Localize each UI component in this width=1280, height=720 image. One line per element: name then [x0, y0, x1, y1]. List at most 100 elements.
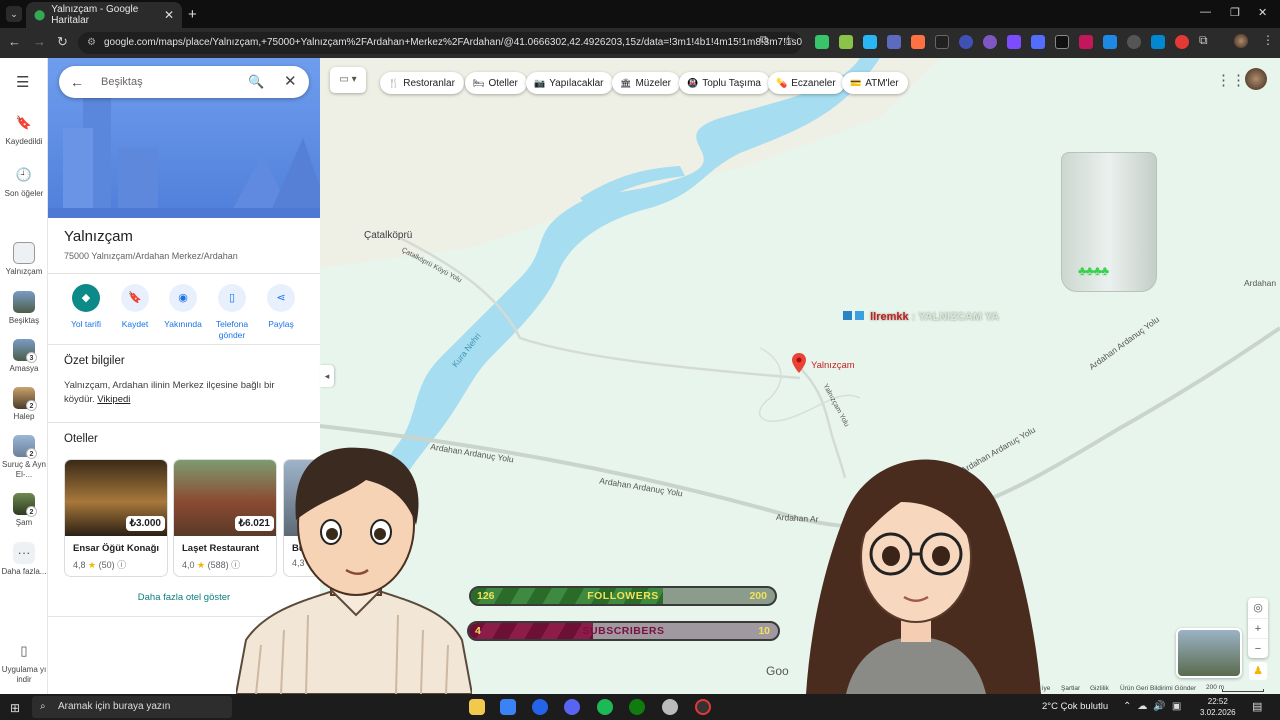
chip-things-to-do[interactable]: 📷 Yapılacaklar	[526, 72, 613, 94]
footer-feedback[interactable]: Ürün Geri Bildirimi Gönder	[1120, 685, 1196, 692]
extension-icon[interactable]	[887, 35, 901, 49]
place-hero-image[interactable]: ← Beşiktaş 🔍 ✕	[48, 58, 320, 218]
search-icon: ⌕	[40, 701, 46, 712]
tab-title: Yalnızçam - Google Haritalar	[51, 4, 139, 26]
minimize-icon[interactable]: —	[1200, 6, 1211, 18]
store-icon[interactable]	[500, 699, 516, 715]
rail-saved[interactable]: 🔖 Kaydedildi	[0, 112, 48, 147]
extension-icon[interactable]	[815, 35, 829, 49]
extension-icon[interactable]	[1175, 35, 1189, 49]
search-box[interactable]: ← Beşiktaş 🔍 ✕	[59, 66, 309, 98]
browser-profile-avatar[interactable]	[1234, 34, 1248, 48]
clock[interactable]: 22:52 3.02.2026	[1200, 696, 1236, 718]
extension-icon[interactable]	[1007, 35, 1021, 49]
wikipedia-link[interactable]: Vikipedi	[97, 394, 130, 405]
chip-museums[interactable]: 🏛 Müzeler	[612, 72, 681, 94]
tab-search-icon[interactable]: ⌄	[6, 6, 22, 22]
hotel-card[interactable]: ₺3.000 Ensar Öğüt Konağı 4,8 ★ (50) ⓘ	[64, 459, 168, 577]
rail-item-suruc[interactable]: 2 Suruç & Ayn El-...	[0, 435, 48, 480]
town-label[interactable]: Çatalköprü	[364, 230, 412, 241]
forward-icon[interactable]: →	[33, 34, 46, 49]
file-explorer-icon[interactable]	[469, 699, 485, 715]
discord-icon[interactable]	[564, 699, 580, 715]
extension-icon[interactable]	[839, 35, 853, 49]
nearby-button[interactable]: ◉ Yakınında	[159, 284, 207, 330]
extension-icon[interactable]	[959, 35, 973, 49]
extensions-puzzle-icon[interactable]: ⧉	[1199, 33, 1208, 48]
chip-hotels[interactable]: 🛏 Oteller	[465, 72, 527, 94]
xbox-icon[interactable]	[629, 699, 645, 715]
search-input[interactable]: Beşiktaş	[101, 66, 143, 98]
hotel-photo: ₺3.000	[65, 460, 167, 536]
chip-restaurants[interactable]: 🍴 Restoranlar	[380, 72, 464, 94]
extension-icon[interactable]	[1031, 35, 1045, 49]
extension-icon[interactable]	[863, 35, 877, 49]
directions-button[interactable]: ◆ Yol tarifi	[62, 284, 110, 330]
new-tab-icon[interactable]: +	[188, 6, 197, 23]
taskbar-search[interactable]: ⌕ Aramak için buraya yazın	[32, 696, 232, 718]
street-view-thumbnail[interactable]	[1176, 628, 1242, 678]
reload-icon[interactable]: ↻	[57, 34, 68, 50]
obs-icon[interactable]	[695, 699, 711, 715]
extension-icon[interactable]	[1055, 35, 1069, 49]
chip-transit[interactable]: 🚇 Toplu Taşıma	[679, 72, 770, 94]
rail-more[interactable]: ··· Daha fazla...	[0, 542, 48, 577]
rail-get-app[interactable]: ▯ Uygulama yı indir	[0, 640, 48, 685]
pegman-icon[interactable]: ♟	[1249, 662, 1267, 680]
clear-search-icon[interactable]: ✕	[284, 66, 297, 98]
my-location-icon[interactable]: ◎	[1248, 598, 1268, 618]
tab-close-icon[interactable]: ✕	[164, 8, 174, 22]
extension-icon[interactable]	[983, 35, 997, 49]
save-button[interactable]: 🔖 Kaydet	[111, 284, 159, 330]
extension-icon[interactable]	[1103, 35, 1117, 49]
footer-terms[interactable]: Şartlar	[1061, 685, 1080, 692]
address-bar[interactable]: ⚙ google.com/maps/place/Yalnızçam,+75000…	[78, 32, 802, 54]
window-close-icon[interactable]: ✕	[1258, 6, 1267, 19]
app-icon[interactable]	[532, 699, 548, 715]
info-icon[interactable]: ⓘ	[117, 560, 126, 570]
hamburger-menu-icon[interactable]: ☰	[16, 73, 29, 91]
system-tray[interactable]: ⌃☁🔊▣	[1123, 701, 1187, 712]
bookmark-star-icon[interactable]: ☆	[783, 33, 794, 47]
send-to-phone-button[interactable]: ▯ Telefona gönder	[208, 284, 256, 341]
back-arrow-icon[interactable]: ←	[70, 66, 84, 98]
notification-icon[interactable]: ▤	[1252, 700, 1262, 713]
google-apps-icon[interactable]: ⋮⋮	[1216, 71, 1246, 89]
restore-icon[interactable]: ❐	[1230, 6, 1240, 19]
rail-recent[interactable]: 🕘 Son öğeler	[0, 164, 48, 199]
chip-atms[interactable]: 💳 ATM'ler	[842, 72, 908, 94]
pin-label[interactable]: Yalnızçam	[811, 360, 855, 371]
app-icon[interactable]	[662, 699, 678, 715]
zoom-out-button[interactable]: −	[1248, 638, 1268, 658]
share-button[interactable]: ⋖ Paylaş	[257, 284, 305, 330]
divider	[48, 422, 320, 423]
location-pin-icon[interactable]	[792, 353, 806, 373]
collapse-panel-button[interactable]: ◂	[320, 365, 334, 387]
extension-icon[interactable]	[911, 35, 925, 49]
rail-item-halep[interactable]: 2 Halep	[0, 387, 48, 422]
browser-menu-icon[interactable]: ⋮	[1262, 33, 1274, 47]
extension-icon[interactable]	[935, 35, 949, 49]
browser-tab[interactable]: ⬤ Yalnızçam - Google Haritalar ✕	[26, 2, 182, 28]
zoom-in-button[interactable]: +	[1248, 618, 1268, 638]
mobile-icon: ▯	[20, 643, 28, 658]
extension-icon[interactable]	[1079, 35, 1093, 49]
scale-bar	[1222, 689, 1264, 692]
layers-toggle[interactable]: ▭ ▾	[330, 67, 366, 93]
rail-item-sam[interactable]: 2 Şam	[0, 493, 48, 528]
account-avatar[interactable]	[1245, 68, 1267, 90]
extension-icon[interactable]	[1127, 35, 1141, 49]
rail-item-yalnizcam[interactable]: Yalnızçam	[0, 242, 48, 277]
chip-pharmacies[interactable]: 💊 Eczaneler	[768, 72, 845, 94]
back-icon[interactable]: ←	[8, 34, 21, 49]
extension-icon[interactable]	[1151, 35, 1165, 49]
rail-item-besiktas[interactable]: Beşiktaş	[0, 291, 48, 326]
site-info-icon[interactable]: ⚙	[87, 32, 96, 54]
install-app-icon[interactable]: ⧉	[760, 34, 768, 47]
rail-item-amasya[interactable]: 3 Amasya	[0, 339, 48, 374]
weather-widget[interactable]: 2°C Çok bulutlu	[1042, 701, 1108, 712]
spotify-icon[interactable]	[597, 699, 613, 715]
search-icon[interactable]: 🔍	[248, 66, 264, 98]
start-windows-icon[interactable]: ⊞	[10, 701, 20, 715]
footer-privacy[interactable]: Gizlilik	[1090, 685, 1109, 692]
